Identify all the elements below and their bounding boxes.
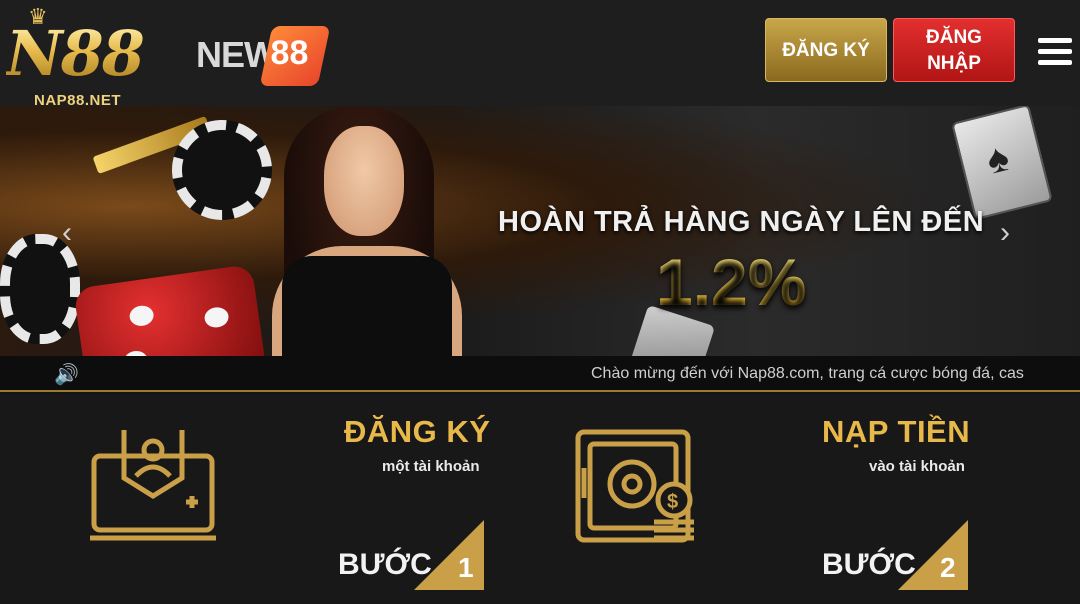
n88-logo-mark: N88 (6, 17, 145, 90)
laptop-user-icon (90, 430, 216, 541)
hamburger-icon[interactable] (1038, 38, 1072, 66)
step2-triangle (898, 520, 968, 590)
register-button[interactable]: ĐĂNG KÝ (765, 18, 887, 82)
new88-logo-badge: 88 (259, 26, 331, 86)
chevron-left-icon[interactable]: ‹ (62, 216, 72, 250)
step1-number: 1 (458, 552, 474, 583)
step2-subtitle: vào tài khoản (869, 458, 965, 475)
step2-title: NẠP TIỀN (822, 414, 971, 449)
step1-subtitle: một tài khoản (382, 458, 480, 475)
announcement-bar: 🔊 Chào mừng đến với Nap88.com, trang cá … (0, 356, 1080, 392)
login-button-line1: ĐĂNG (926, 27, 982, 48)
casino-chip-icon (0, 234, 80, 344)
promo-headline: HOÀN TRẢ HÀNG NGÀY LÊN ĐẾN (498, 206, 985, 238)
promo-banner[interactable]: ♠ HOÀN TRẢ HÀNG NGÀY LÊN ĐẾN 1.2% ‹ › (0, 106, 1080, 356)
dice-icon (73, 264, 267, 356)
n88-logo[interactable]: ♛ N88 NAP88.NET (4, 4, 164, 109)
login-button[interactable]: ĐĂNG NHẬP (893, 18, 1015, 82)
login-button-line2: NHẬP (927, 53, 981, 74)
chevron-right-icon[interactable]: › (1000, 216, 1010, 250)
safe-coins-icon: $ (575, 429, 694, 543)
playing-card-icon: ♠ (951, 106, 1053, 221)
steps-section: ĐĂNG KÝ một tài khoản BƯỚC 1 $ NẠP TIỀN … (0, 394, 1080, 604)
promo-percentage: 1.2% (656, 245, 807, 319)
svg-text:$: $ (667, 491, 678, 513)
announcement-text: Chào mừng đến với Nap88.com, trang cá cư… (591, 365, 1024, 382)
step2-number: 2 (940, 552, 956, 583)
model-photo (262, 106, 472, 356)
step1-title: ĐĂNG KÝ (344, 414, 491, 449)
header: ♛ N88 NAP88.NET NEW 88 ĐĂNG KÝ ĐĂNG NHẬP (0, 0, 1080, 109)
speaker-icon[interactable]: 🔊 (54, 362, 79, 387)
